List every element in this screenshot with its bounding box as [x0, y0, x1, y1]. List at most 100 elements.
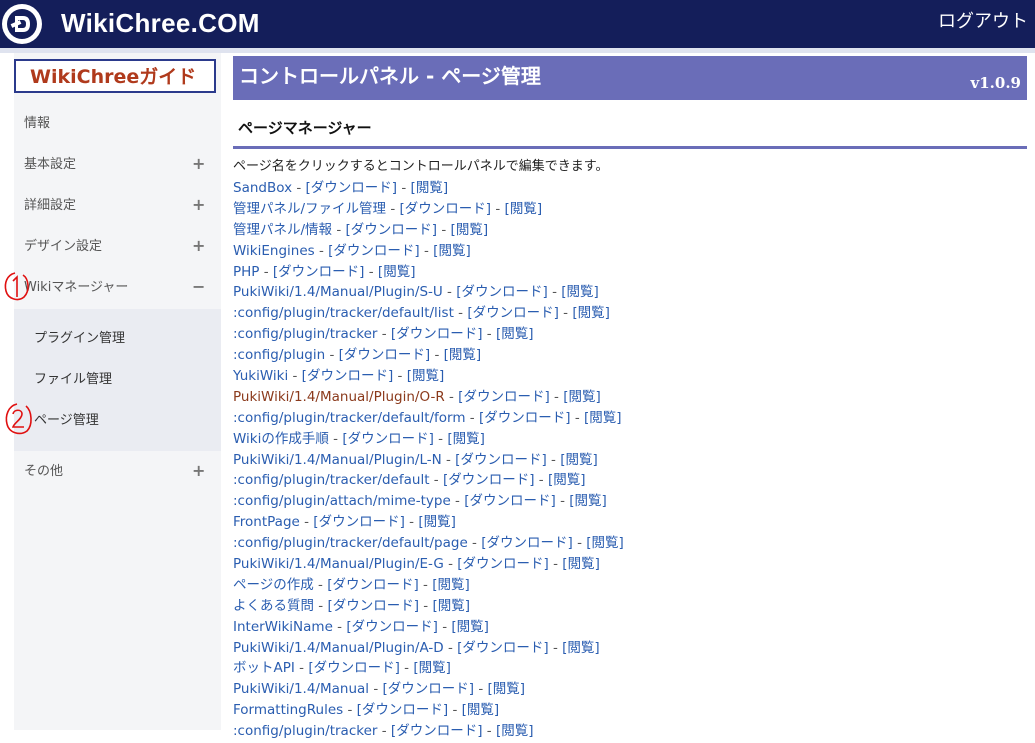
view-link[interactable]: [閲覧]	[572, 305, 610, 321]
page-name-link[interactable]: PukiWiki/1.4/Manual/Plugin/S-U	[233, 284, 443, 300]
download-link[interactable]: [ダウンロード]	[273, 264, 365, 280]
page-name-link[interactable]: PHP	[233, 264, 259, 280]
download-link[interactable]: [ダウンロード]	[456, 284, 548, 300]
view-link[interactable]: [閲覧]	[451, 222, 489, 238]
sidebar-item-other[interactable]: その他	[24, 463, 63, 481]
site-title[interactable]: WikiChree.COM	[61, 8, 260, 38]
expand-plus-icon[interactable]: +	[192, 462, 205, 480]
view-link[interactable]: [閲覧]	[411, 180, 449, 196]
expand-plus-icon[interactable]: +	[192, 237, 205, 255]
guide-button[interactable]: WikiChreeガイド	[14, 59, 216, 93]
view-link[interactable]: [閲覧]	[378, 264, 416, 280]
download-link[interactable]: [ダウンロード]	[302, 368, 394, 384]
download-link[interactable]: [ダウンロード]	[342, 431, 434, 447]
view-link[interactable]: [閲覧]	[569, 493, 607, 509]
page-name-link[interactable]: PukiWiki/1.4/Manual/Plugin/E-G	[233, 556, 444, 572]
view-link[interactable]: [閲覧]	[563, 389, 601, 405]
page-name-link[interactable]: よくある質問	[233, 598, 314, 614]
download-link[interactable]: [ダウンロード]	[327, 598, 419, 614]
download-link[interactable]: [ダウンロード]	[357, 702, 449, 718]
page-name-link[interactable]: InterWikiName	[233, 619, 333, 635]
download-link[interactable]: [ダウンロード]	[400, 201, 492, 217]
view-link[interactable]: [閲覧]	[413, 660, 451, 676]
page-name-link[interactable]: 管理パネル/情報	[233, 222, 332, 238]
logout-link[interactable]: ログアウト	[938, 10, 1028, 34]
page-name-link[interactable]: :config/plugin/tracker/default/list	[233, 305, 454, 321]
view-link[interactable]: [閲覧]	[562, 556, 600, 572]
view-link[interactable]: [閲覧]	[560, 452, 598, 468]
page-name-link[interactable]: FormattingRules	[233, 702, 343, 718]
expand-plus-icon[interactable]: +	[192, 196, 205, 214]
download-link[interactable]: [ダウンロード]	[457, 556, 549, 572]
view-link[interactable]: [閲覧]	[433, 243, 471, 259]
page-name-link[interactable]: PukiWiki/1.4/Manual/Plugin/L-N	[233, 452, 442, 468]
download-link[interactable]: [ダウンロード]	[455, 452, 547, 468]
page-name-link[interactable]: :config/plugin/tracker/default	[233, 472, 430, 488]
page-name-link[interactable]: :config/plugin/tracker	[233, 723, 377, 739]
download-link[interactable]: [ダウンロード]	[391, 326, 483, 342]
view-link[interactable]: [閲覧]	[561, 284, 599, 300]
download-link[interactable]: [ダウンロード]	[346, 619, 438, 635]
view-link[interactable]: [閲覧]	[447, 431, 485, 447]
page-name-link[interactable]: :config/plugin/tracker/default/form	[233, 410, 466, 426]
page-name-link[interactable]: :config/plugin/attach/mime-type	[233, 493, 451, 509]
view-link[interactable]: [閲覧]	[462, 702, 500, 718]
download-link[interactable]: [ダウンロード]	[328, 243, 420, 259]
view-link[interactable]: [閲覧]	[432, 577, 470, 593]
download-link[interactable]: [ダウンロード]	[464, 493, 556, 509]
page-name-link[interactable]: :config/plugin	[233, 347, 325, 363]
download-link[interactable]: [ダウンロード]	[481, 535, 573, 551]
separator: -	[443, 556, 458, 573]
download-link[interactable]: [ダウンロード]	[479, 410, 571, 426]
view-link[interactable]: [閲覧]	[432, 598, 470, 614]
view-link[interactable]: [閲覧]	[418, 514, 456, 530]
page-name-link[interactable]: SandBox	[233, 180, 292, 196]
view-link[interactable]: [閲覧]	[562, 640, 600, 656]
view-link[interactable]: [閲覧]	[505, 201, 543, 217]
page-name-link[interactable]: Wikiの作成手順	[233, 431, 329, 447]
download-link[interactable]: [ダウンロード]	[346, 222, 438, 238]
sidebar-subitem-page-manager[interactable]: ページ管理	[34, 412, 99, 430]
view-link[interactable]: [閲覧]	[451, 619, 489, 635]
page-name-link[interactable]: :config/plugin/tracker/default/page	[233, 535, 468, 551]
download-link[interactable]: [ダウンロード]	[308, 660, 400, 676]
view-link[interactable]: [閲覧]	[444, 347, 482, 363]
download-link[interactable]: [ダウンロード]	[458, 389, 550, 405]
page-name-link[interactable]: ボットAPI	[233, 660, 295, 676]
view-link[interactable]: [閲覧]	[496, 723, 534, 739]
sidebar-item-basic-settings[interactable]: 基本設定	[24, 156, 76, 174]
site-logo-icon[interactable]	[2, 4, 42, 44]
page-name-link[interactable]: FrontPage	[233, 514, 300, 530]
download-link[interactable]: [ダウンロード]	[467, 305, 559, 321]
collapse-minus-icon[interactable]: −	[192, 278, 205, 296]
view-link[interactable]: [閲覧]	[586, 535, 624, 551]
sidebar-item-wiki-manager[interactable]: Wikiマネージャー	[24, 279, 128, 297]
sidebar-item-info[interactable]: 情報	[24, 115, 50, 133]
page-name-link[interactable]: PukiWiki/1.4/Manual/Plugin/O-R	[233, 389, 445, 405]
page-name-link[interactable]: :config/plugin/tracker	[233, 326, 377, 342]
sidebar-subitem-plugin-manager[interactable]: プラグイン管理	[34, 330, 125, 348]
download-link[interactable]: [ダウンロード]	[339, 347, 431, 363]
view-link[interactable]: [閲覧]	[548, 472, 586, 488]
sidebar-item-advanced-settings[interactable]: 詳細設定	[24, 197, 76, 215]
page-name-link[interactable]: ページの作成	[233, 577, 314, 593]
view-link[interactable]: [閲覧]	[584, 410, 622, 426]
page-name-link[interactable]: 管理パネル/ファイル管理	[233, 201, 386, 217]
page-name-link[interactable]: WikiEngines	[233, 243, 315, 259]
sidebar-subitem-file-manager[interactable]: ファイル管理	[34, 371, 112, 389]
download-link[interactable]: [ダウンロード]	[443, 472, 535, 488]
download-link[interactable]: [ダウンロード]	[327, 577, 419, 593]
expand-plus-icon[interactable]: +	[192, 155, 205, 173]
page-name-link[interactable]: PukiWiki/1.4/Manual	[233, 681, 369, 697]
download-link[interactable]: [ダウンロード]	[306, 180, 398, 196]
sidebar-item-design-settings[interactable]: デザイン設定	[24, 238, 102, 256]
page-name-link[interactable]: PukiWiki/1.4/Manual/Plugin/A-D	[233, 640, 444, 656]
view-link[interactable]: [閲覧]	[407, 368, 445, 384]
view-link[interactable]: [閲覧]	[488, 681, 526, 697]
view-link[interactable]: [閲覧]	[496, 326, 534, 342]
download-link[interactable]: [ダウンロード]	[313, 514, 405, 530]
download-link[interactable]: [ダウンロード]	[457, 640, 549, 656]
download-link[interactable]: [ダウンロード]	[391, 723, 483, 739]
download-link[interactable]: [ダウンロード]	[383, 681, 475, 697]
page-name-link[interactable]: YukiWiki	[233, 368, 288, 384]
